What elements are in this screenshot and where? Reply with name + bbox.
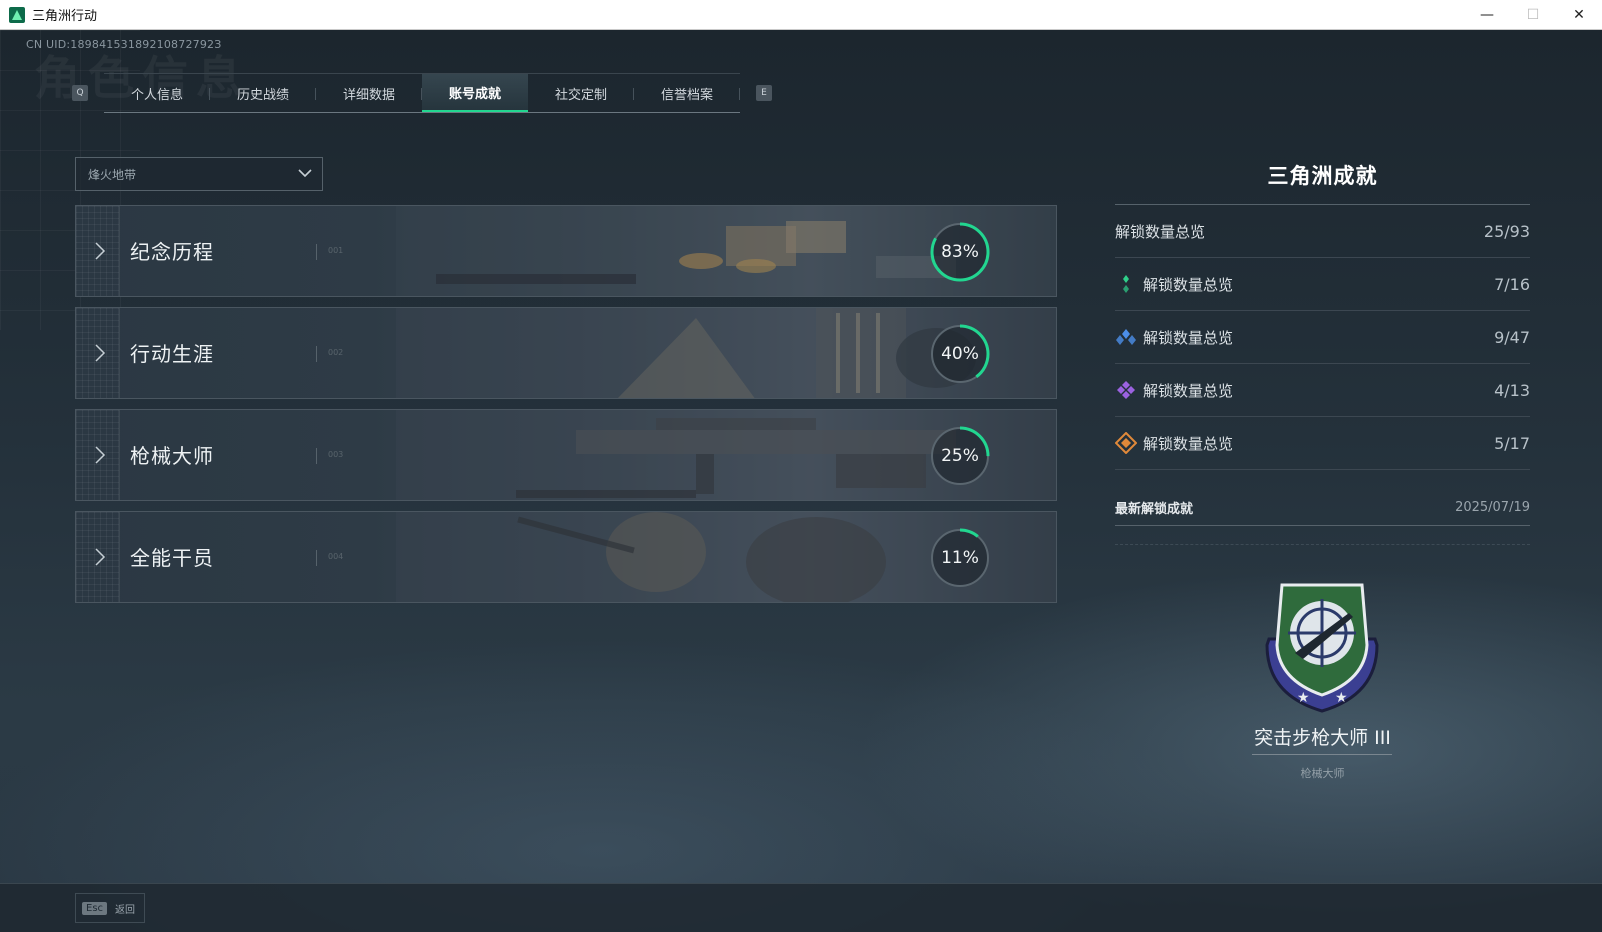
esc-key-hint: Esc	[82, 901, 108, 915]
back-button[interactable]: Esc 返回	[75, 893, 145, 923]
game-viewport: 角色信息 CN UID:18984153189210872792З Q 个人信息…	[0, 30, 1602, 932]
tab-personal-info[interactable]: 个人信息	[104, 74, 210, 112]
back-label: 返回	[115, 904, 136, 916]
category-code: 002	[328, 348, 344, 357]
summary-total-value: 25/93	[1483, 221, 1530, 241]
tier-value: 5/17	[1494, 433, 1530, 453]
window-controls: — ☐ ✕	[1464, 0, 1602, 30]
category-card-memorial[interactable]: 纪念历程 001 83%	[75, 205, 1057, 297]
progress-ring: 25%	[929, 425, 991, 487]
category-card-weapon-master[interactable]: 枪械大师 003 25%	[75, 409, 1057, 501]
player-uid: CN UID:18984153189210872792З	[26, 38, 222, 51]
mode-select-value: 烽火地带	[88, 167, 137, 182]
svg-text:★: ★	[1335, 690, 1348, 706]
category-label: 枪械大师	[130, 444, 214, 468]
orange-diamond-icon	[1115, 432, 1137, 454]
category-code: 003	[328, 450, 344, 459]
chevron-right-icon	[95, 548, 106, 566]
category-label: 全能干员	[130, 546, 214, 570]
tab-bar: Q 个人信息 历史战绩 详细数据 账号成就 社交定制 信誉档案 E	[72, 73, 772, 113]
chevron-right-icon	[95, 242, 106, 260]
tier-row: 解锁数量总览 5/17	[1115, 417, 1530, 470]
tab-detailed-data[interactable]: 详细数据	[316, 74, 422, 112]
tabs: 个人信息 历史战绩 详细数据 账号成就 社交定制 信誉档案	[104, 73, 740, 113]
green-diamond-icon	[1123, 275, 1129, 293]
chevron-right-icon	[95, 344, 106, 362]
divider	[316, 550, 317, 566]
divider	[316, 244, 317, 260]
tier-label: 解锁数量总览	[1143, 434, 1234, 453]
tier-label: 解锁数量总览	[1143, 275, 1234, 294]
achievement-summary-panel: 三角洲成就 解锁数量总览 25/93 解锁数量总览 7/16 解锁数量总览 9/…	[1115, 160, 1530, 794]
category-code: 004	[328, 552, 344, 561]
achievement-category-list: 纪念历程 001 83% 行动生涯 002 40% 枪械大师 003 25% 全…	[75, 205, 1057, 613]
next-tab-key-hint[interactable]: E	[756, 85, 772, 101]
tab-social-custom[interactable]: 社交定制	[528, 74, 634, 112]
latest-unlock-date: 2025/07/19	[1455, 500, 1530, 515]
purple-diamond-icon	[1117, 381, 1135, 399]
progress-percent: 40%	[941, 344, 979, 364]
chevron-down-icon	[298, 169, 312, 178]
progress-ring: 40%	[929, 323, 991, 385]
latest-badge-name: 突击步枪大师 III	[1254, 727, 1391, 749]
app-logo-icon	[9, 6, 25, 23]
badge-divider	[1252, 754, 1392, 755]
bottom-bar: Esc 返回	[0, 883, 1602, 932]
summary-title: 三角洲成就	[1115, 160, 1530, 205]
window-title: 三角洲行动	[32, 9, 98, 24]
tab-match-history[interactable]: 历史战绩	[210, 74, 316, 112]
latest-badge-category: 枪械大师	[1300, 767, 1345, 780]
progress-ring: 83%	[929, 221, 991, 283]
tier-row: 解锁数量总览 4/13	[1115, 364, 1530, 417]
blue-diamond-icon	[1116, 329, 1136, 345]
tab-reputation-record[interactable]: 信誉档案	[634, 74, 740, 112]
divider	[316, 346, 317, 362]
minimize-button[interactable]: —	[1464, 0, 1510, 30]
svg-text:★: ★	[1297, 690, 1310, 706]
rifle-crosshair-badge-icon: ★ ★	[1265, 583, 1379, 713]
category-card-all-round-operator[interactable]: 全能干员 004 11%	[75, 511, 1057, 603]
tier-label: 解锁数量总览	[1143, 381, 1234, 400]
progress-ring: 11%	[929, 527, 991, 589]
tier-row: 解锁数量总览 9/47	[1115, 311, 1530, 364]
category-code: 001	[328, 246, 344, 255]
summary-total-label: 解锁数量总览	[1115, 222, 1206, 241]
chevron-right-icon	[95, 446, 106, 464]
mode-select-dropdown[interactable]: 烽火地带	[75, 157, 323, 191]
summary-total-row: 解锁数量总览 25/93	[1115, 205, 1530, 258]
progress-percent: 25%	[941, 446, 979, 466]
tier-value: 9/47	[1494, 327, 1530, 347]
close-button[interactable]: ✕	[1556, 0, 1602, 30]
latest-badge-card[interactable]: ★ ★ 突击步枪大师 III 枪械大师	[1115, 544, 1530, 794]
tier-value: 4/13	[1494, 380, 1530, 400]
latest-unlock-header: 最新解锁成就 2025/07/19	[1115, 498, 1530, 526]
progress-percent: 11%	[941, 548, 979, 568]
window-titlebar: 三角洲行动 — ☐ ✕	[0, 0, 1602, 30]
divider	[316, 448, 317, 464]
latest-unlock-label: 最新解锁成就	[1115, 502, 1194, 517]
tier-row: 解锁数量总览 7/16	[1115, 258, 1530, 311]
progress-percent: 83%	[941, 242, 979, 262]
tab-account-achievements[interactable]: 账号成就	[422, 74, 528, 112]
prev-tab-key-hint[interactable]: Q	[72, 85, 88, 101]
tier-label: 解锁数量总览	[1143, 328, 1234, 347]
tier-value: 7/16	[1494, 274, 1530, 294]
category-label: 纪念历程	[130, 240, 214, 264]
maximize-button[interactable]: ☐	[1510, 0, 1556, 30]
category-card-career[interactable]: 行动生涯 002 40%	[75, 307, 1057, 399]
category-label: 行动生涯	[130, 342, 214, 366]
